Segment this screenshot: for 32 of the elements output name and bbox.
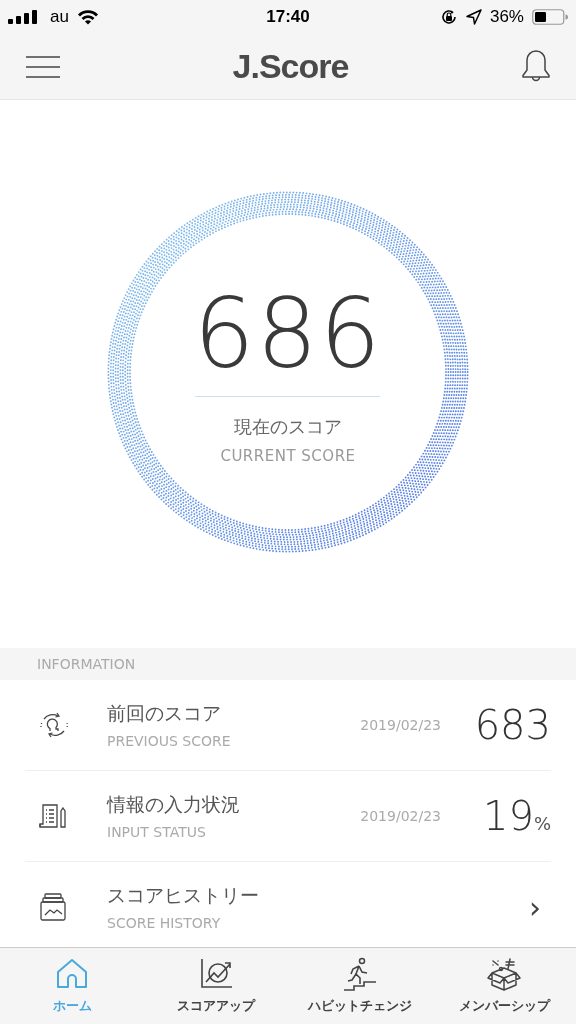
- row-date: 2019/02/23: [360, 717, 441, 733]
- row-subtitle: INPUT STATUS: [107, 824, 207, 840]
- score-value: 686: [193, 285, 383, 382]
- battery-percentage: 36%: [489, 7, 524, 27]
- menu-icon[interactable]: [25, 54, 61, 79]
- chevron-icon: ›: [529, 889, 541, 925]
- app-title: J.Score: [232, 47, 349, 86]
- battery-icon: [532, 9, 568, 25]
- rotation-lock-icon: [439, 8, 458, 26]
- row-value: 683: [474, 702, 551, 748]
- unit-label: %: [533, 813, 551, 834]
- location-arrow-icon: [465, 9, 482, 25]
- row-subtitle: PREVIOUS SCORE: [107, 733, 232, 749]
- row-date: 2019/02/23: [360, 808, 441, 824]
- row-subtitle: SCORE HISTORY: [107, 915, 222, 931]
- row-title: 情報の入力状況: [107, 792, 241, 817]
- section-title: INFORMATION: [37, 656, 136, 672]
- status-time: 17:40: [266, 7, 310, 27]
- carrier-name: au: [50, 7, 69, 27]
- tab-item[interactable]: スコアアップ: [144, 948, 288, 1024]
- row-title: スコアヒストリー: [107, 883, 260, 908]
- row-title: 前回のスコア: [107, 701, 222, 726]
- document-pencil-icon: [37, 801, 69, 831]
- row-value: 19: [483, 793, 534, 839]
- walking-stairs-icon: [342, 957, 378, 993]
- score-label: 現在のスコア: [234, 414, 342, 439]
- wifi-icon: [76, 9, 99, 25]
- score-sublabel: CURRENT SCORE: [220, 446, 356, 465]
- tab-item[interactable]: ハビットチェンジ: [288, 948, 432, 1024]
- gift-box-icon: [486, 957, 522, 993]
- photo-stack-icon: [37, 892, 69, 922]
- tab-item[interactable]: メンバーシップ: [432, 948, 576, 1024]
